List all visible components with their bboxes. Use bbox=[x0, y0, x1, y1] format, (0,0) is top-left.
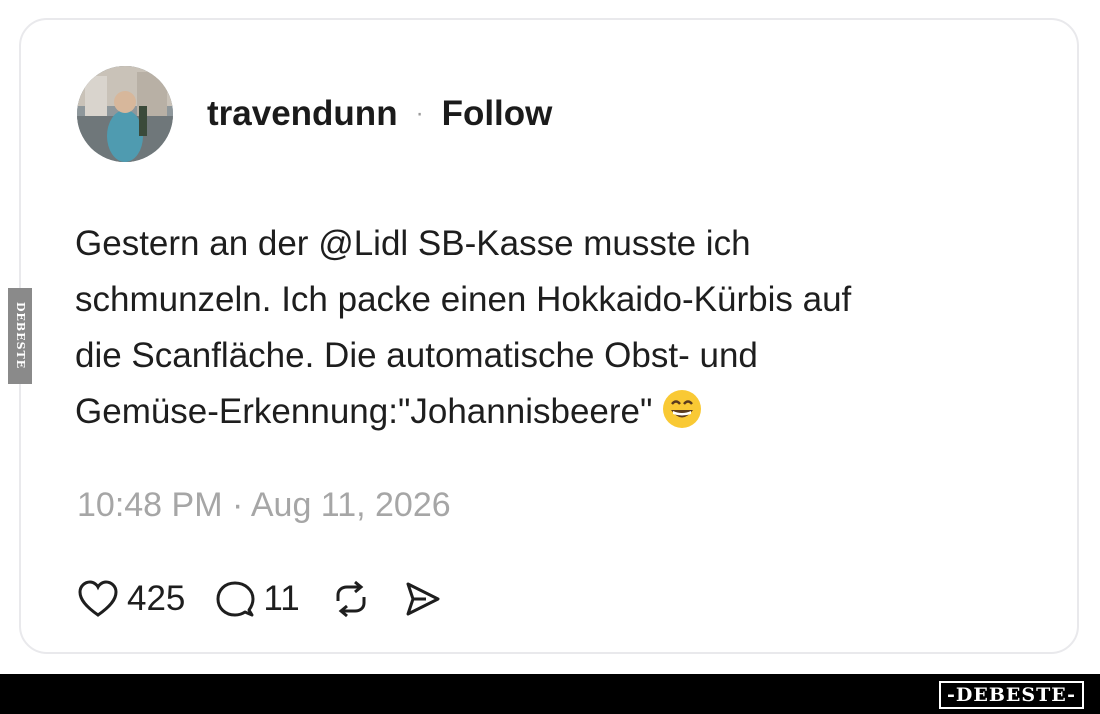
post-text-line: die Scanfläche. Die automatische Obst- u… bbox=[75, 336, 758, 375]
post-text-line: Gestern an der @Lidl SB-Kasse musste ich bbox=[75, 224, 751, 263]
post-text-line-content: Gemüse-Erkennung:"Johannisbeere" bbox=[75, 392, 653, 431]
send-icon bbox=[402, 579, 442, 619]
watermark-logo: -DEBESTE- bbox=[939, 681, 1084, 709]
grinning-face-emoji-icon bbox=[662, 389, 702, 429]
post-actions: 425 11 bbox=[77, 576, 472, 622]
post-text-line: Gemüse-Erkennung:"Johannisbeere" bbox=[75, 384, 1005, 440]
avatar[interactable] bbox=[77, 66, 173, 162]
separator-dot: · bbox=[415, 100, 424, 127]
comment-bubble-icon bbox=[215, 579, 255, 619]
heart-icon bbox=[77, 579, 119, 619]
comment-button[interactable]: 11 bbox=[215, 579, 300, 619]
post-header: travendunn · Follow bbox=[77, 66, 552, 162]
repost-button[interactable] bbox=[330, 579, 372, 619]
post-timestamp: 10:48 PM · Aug 11, 2026 bbox=[77, 486, 451, 524]
username[interactable]: travendunn bbox=[207, 94, 398, 134]
side-watermark: DEBESTE bbox=[8, 288, 32, 384]
like-button[interactable]: 425 bbox=[77, 579, 185, 619]
like-count: 425 bbox=[127, 579, 186, 618]
post-text: Gestern an der @Lidl SB-Kasse musste ich… bbox=[75, 216, 1005, 440]
post-text-line: schmunzeln. Ich packe einen Hokkaido-Kür… bbox=[75, 280, 852, 319]
share-button[interactable] bbox=[402, 579, 442, 619]
footer-bar: -DEBESTE- bbox=[0, 674, 1100, 714]
repost-icon bbox=[330, 579, 372, 619]
follow-button[interactable]: Follow bbox=[442, 94, 553, 134]
comment-count: 11 bbox=[263, 579, 300, 618]
post-card: travendunn · Follow Gestern an der @Lidl… bbox=[19, 18, 1079, 654]
